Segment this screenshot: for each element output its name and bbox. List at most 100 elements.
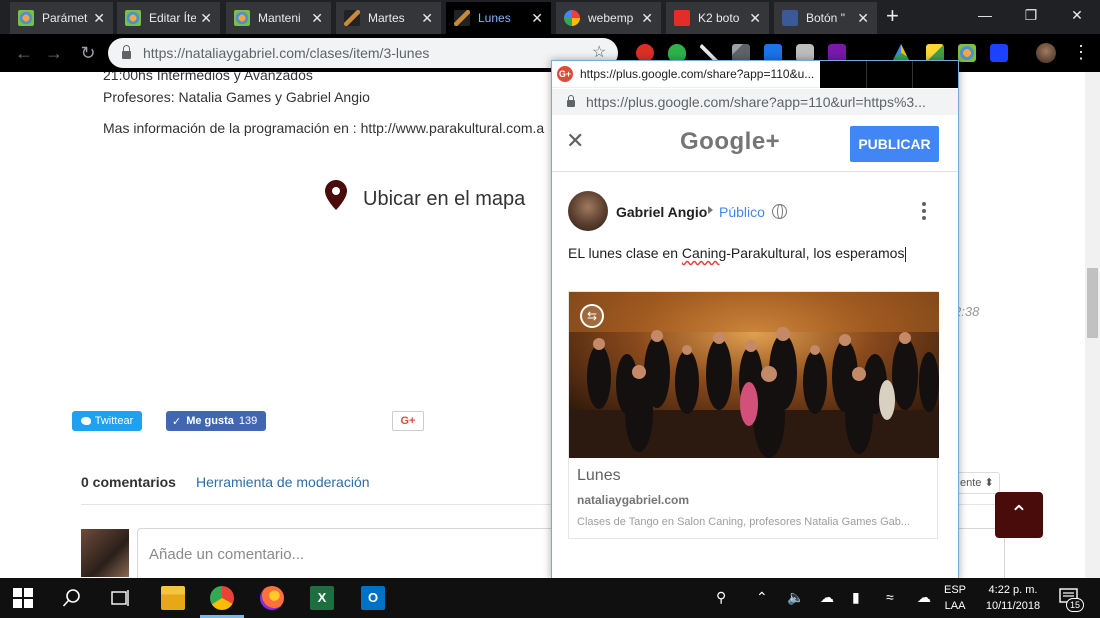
tab-webemp[interactable]: webemp ✕ — [556, 2, 662, 34]
language-indicator[interactable]: ESP LAA — [944, 582, 966, 614]
people-icon[interactable]: ⚲ — [716, 589, 726, 606]
close-tab-icon[interactable]: ✕ — [200, 10, 212, 27]
publish-button[interactable]: PUBLICAR — [850, 126, 939, 162]
close-tab-icon[interactable]: ✕ — [749, 10, 761, 27]
site-icon — [454, 10, 470, 26]
map-link[interactable]: Ubicar en el mapa — [363, 188, 525, 211]
back-icon[interactable]: ← — [12, 41, 36, 65]
outlook-icon[interactable]: O — [361, 586, 385, 610]
tab-lunes[interactable]: Lunes ✕ — [446, 2, 552, 34]
popup-title-url: https://plus.google.com/share?app=110&u.… — [580, 67, 815, 81]
site-icon — [344, 10, 360, 26]
search-icon[interactable] — [62, 588, 82, 608]
twitter-bird-icon — [80, 417, 91, 425]
like-count: 139 — [238, 415, 258, 427]
popup-window-controls[interactable] — [820, 61, 958, 88]
tab-mantenimiento[interactable]: Manteni ✕ — [226, 2, 332, 34]
card-host: nataliaygabriel.com — [577, 493, 690, 507]
misspelled-word: Caning — [681, 245, 727, 261]
close-tab-icon[interactable]: ✕ — [421, 10, 433, 27]
close-tab-icon[interactable]: ✕ — [531, 10, 543, 27]
scroll-to-top-button[interactable]: ⌃ — [995, 492, 1043, 538]
restore-icon[interactable]: ❐ — [1008, 0, 1054, 30]
minimize-icon[interactable]: — — [962, 0, 1008, 30]
volume-icon[interactable]: 🔈 — [787, 589, 804, 606]
user-name: Gabriel Angio — [616, 204, 708, 220]
tab-strip: Parámet ✕ Editar Íte ✕ Manteni ✕ Martes … — [0, 0, 1100, 34]
card-description: Clases de Tango en Salon Caning, profeso… — [577, 516, 911, 528]
tab-editar-item[interactable]: Editar Íte ✕ — [117, 2, 221, 34]
close-tab-icon[interactable]: ✕ — [857, 10, 869, 27]
notification-badge: 15 — [1066, 598, 1084, 612]
close-tab-icon[interactable]: ✕ — [311, 10, 323, 27]
chrome-icon[interactable] — [210, 586, 234, 610]
link-preview-card[interactable]: ⇆ Lunes nataliaygabriel.com Clases de Ta… — [568, 291, 939, 539]
joomla-extension-icon[interactable] — [958, 44, 976, 62]
cloud-upload-icon[interactable]: ☁ — [917, 589, 931, 606]
url-path: /clases/item/3-lunes — [305, 45, 430, 61]
url-domain: https://nataliaygabriel.com — [143, 45, 306, 61]
close-window-icon[interactable]: ✕ — [1054, 0, 1100, 30]
avatar — [81, 529, 129, 577]
new-tab-button[interactable]: + — [886, 4, 899, 28]
address-bar[interactable]: https://nataliaygabriel.com/clases/item/… — [108, 38, 618, 68]
bookmark-star-icon[interactable]: ☆ — [592, 42, 606, 62]
firefox-icon[interactable] — [260, 586, 284, 610]
lock-icon — [122, 45, 131, 59]
share-header: ✕ Google+ PUBLICAR — [552, 116, 958, 172]
close-tab-icon[interactable]: ✕ — [93, 10, 105, 27]
reload-icon[interactable]: ↻ — [76, 41, 100, 65]
chevron-up-icon[interactable]: ⌃ — [756, 589, 768, 606]
moderation-tool-link[interactable]: Herramienta de moderación — [196, 474, 370, 490]
onedrive-icon[interactable]: ☁ — [820, 589, 834, 606]
link-icon: ⇆ — [580, 304, 604, 328]
clock[interactable]: 4:22 p. m. 10/11/2018 — [978, 582, 1048, 614]
tab-boton-facebook[interactable]: Botón " ✕ — [774, 2, 878, 34]
audience-selector[interactable]: Público — [719, 204, 765, 220]
avatar — [568, 191, 608, 231]
check-icon: ✓ — [172, 415, 182, 428]
sort-select[interactable]: ente ⬍ — [955, 472, 1000, 494]
more-info-line: Mas información de la programación en : … — [103, 120, 545, 136]
google-plus-share-button[interactable]: G+ — [392, 411, 424, 431]
google-plus-icon: G+ — [557, 66, 573, 82]
windows-start-icon[interactable] — [13, 588, 33, 608]
battery-icon[interactable]: ▮ — [852, 589, 860, 606]
text-cursor — [905, 246, 907, 262]
popup-address-bar: https://plus.google.com/share?app=110&ur… — [552, 89, 958, 115]
preview-image: ⇆ — [569, 292, 939, 458]
file-explorer-icon[interactable] — [161, 586, 185, 610]
extension-blue-icon[interactable] — [990, 44, 1008, 62]
task-view-icon[interactable] — [110, 588, 130, 608]
post-text-input[interactable]: EL lunes clase en Caning-Parakultural, l… — [568, 245, 907, 262]
close-tab-icon[interactable]: ✕ — [641, 10, 653, 27]
scrollbar-thumb[interactable] — [1087, 268, 1098, 338]
profile-avatar[interactable] — [1036, 43, 1056, 63]
tab-k2-boton[interactable]: K2 boto ✕ — [666, 2, 770, 34]
more-options-icon[interactable] — [922, 202, 926, 220]
close-icon[interactable]: ✕ — [566, 129, 584, 153]
teachers-line: Profesores: Natalia Games y Gabriel Angi… — [103, 89, 370, 105]
joomla-icon — [125, 10, 141, 26]
facebook-icon — [782, 10, 798, 26]
browser-menu-icon[interactable]: ⋮ — [1072, 42, 1090, 62]
tab-martes[interactable]: Martes ✕ — [336, 2, 442, 34]
forward-icon[interactable]: → — [42, 41, 66, 65]
globe-icon — [772, 204, 787, 219]
facebook-like-button[interactable]: ✓ Me gusta 139 — [166, 411, 266, 431]
wifi-icon[interactable]: ≈ — [886, 589, 894, 605]
comments-count: 0 comentarios — [81, 474, 176, 490]
google-plus-logo: Google+ — [680, 128, 781, 155]
popup-address-url: https://plus.google.com/share?app=110&ur… — [586, 94, 926, 110]
arrow-right-icon — [708, 206, 713, 214]
tweet-button[interactable]: Twittear — [72, 411, 142, 431]
excel-icon[interactable]: X — [310, 586, 334, 610]
map-pin-icon[interactable] — [325, 180, 347, 210]
k2-icon — [674, 10, 690, 26]
tab-parametros[interactable]: Parámet ✕ — [10, 2, 114, 34]
google-plus-share-popup: G+ https://plus.google.com/share?app=110… — [551, 60, 959, 580]
parakultural-link[interactable]: http://www.parakultural.com.a — [361, 120, 545, 136]
joomla-icon — [234, 10, 250, 26]
schedule-line: 21:00hs Intermedios y Avanzados — [103, 72, 313, 83]
google-icon — [564, 10, 580, 26]
